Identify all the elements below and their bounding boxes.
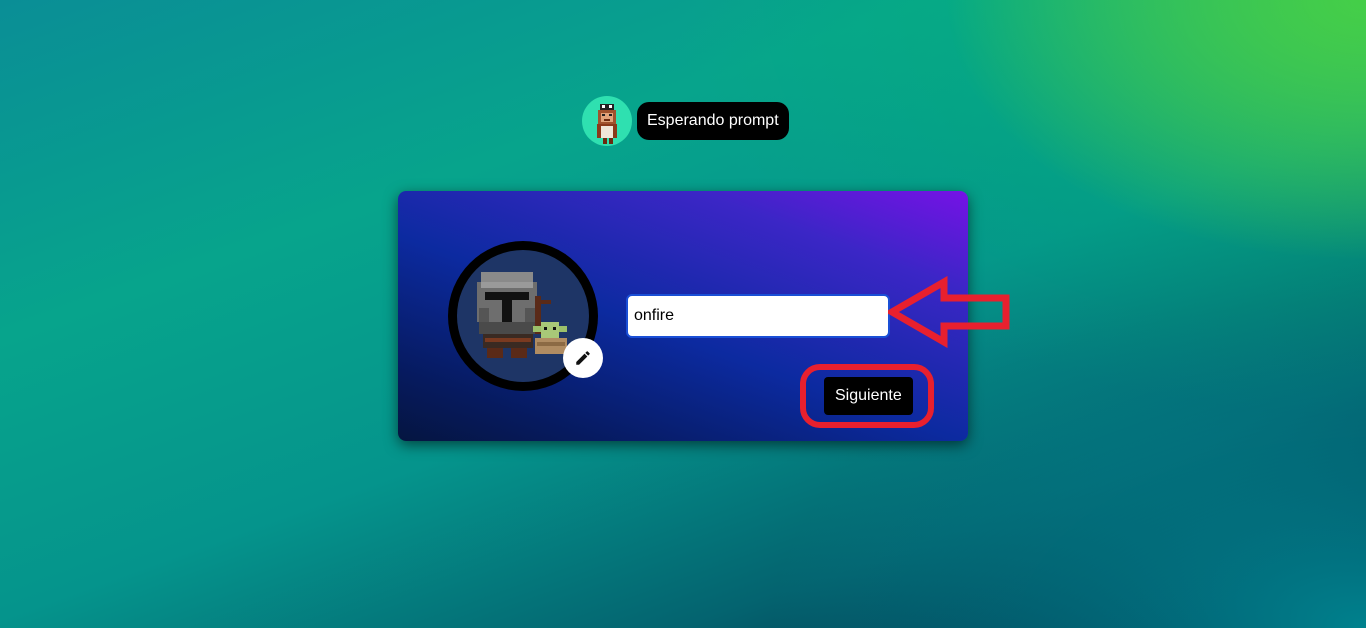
- username-input[interactable]: [626, 294, 890, 338]
- pencil-icon: [576, 351, 590, 365]
- profile-card: Siguiente: [398, 191, 968, 441]
- next-button[interactable]: Siguiente: [824, 377, 913, 415]
- pixel-ape-avatar-icon: [582, 96, 632, 146]
- status-text: Esperando prompt: [637, 102, 789, 140]
- edit-avatar-button[interactable]: [563, 338, 603, 378]
- status-indicator: Esperando prompt: [582, 96, 789, 146]
